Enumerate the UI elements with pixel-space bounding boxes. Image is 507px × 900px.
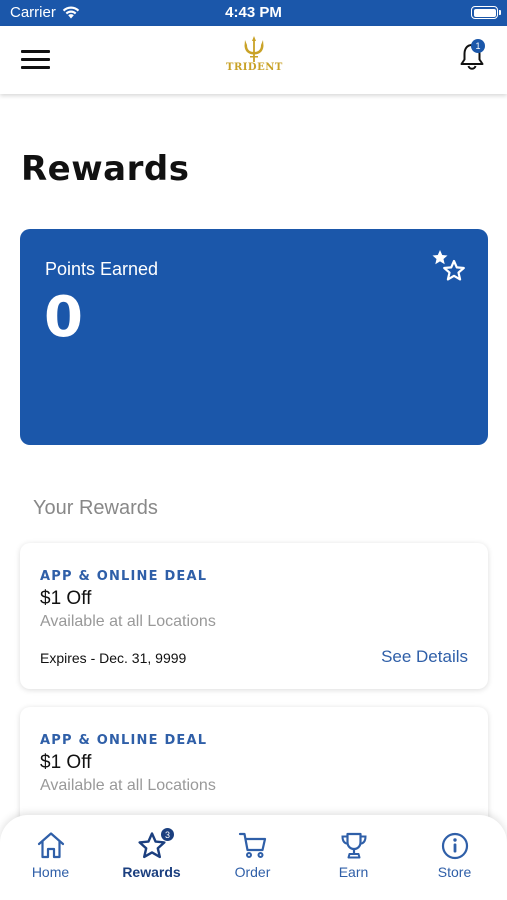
trident-icon [244,36,264,62]
clock: 4:43 PM [225,4,282,21]
tab-label: Rewards [122,864,181,880]
tab-home[interactable]: Home [0,815,101,900]
logo-text: TRIDENT [226,62,283,73]
tab-label: Home [31,864,70,880]
home-icon [37,832,64,859]
reward-availability: Available at all Locations [40,777,216,794]
tab-store[interactable]: Store [404,815,505,900]
reward-tag: APP & ONLINE DEAL [40,733,208,748]
points-label: Points Earned [45,259,159,279]
points-card: Points Earned 0 [20,229,488,445]
tab-order[interactable]: Order [202,815,303,900]
your-rewards-heading: Your Rewards [33,497,158,519]
cart-icon [238,832,266,858]
tab-bar: Home 3 Rewards Order Earn Store [0,815,507,900]
status-bar: Carrier 4:43 PM [0,0,507,26]
tab-label: Store [437,864,472,880]
reward-tag: APP & ONLINE DEAL [40,569,208,584]
info-icon [441,832,468,860]
menu-button[interactable] [21,50,50,70]
stars-icon [432,250,465,281]
trophy-icon [340,832,367,859]
see-details-link[interactable]: See Details [381,647,468,667]
points-value: 0 [44,285,83,350]
tab-earn[interactable]: Earn [303,815,404,900]
tab-label: Order [234,864,271,880]
reward-availability: Available at all Locations [40,613,216,630]
reward-title: $1 Off [40,588,92,609]
notification-badge: 1 [471,39,485,53]
tab-rewards[interactable]: 3 Rewards [101,815,202,900]
top-nav: TRIDENT 1 [0,26,507,94]
reward-card[interactable]: APP & ONLINE DEAL $1 Off Available at al… [20,543,488,689]
reward-expiry: Expires - Dec. 31, 9999 [40,650,187,666]
rewards-badge: 3 [160,827,175,842]
page-title: Rewards [21,149,190,189]
reward-title: $1 Off [40,752,92,773]
tab-label: Earn [338,864,369,880]
battery-icon [471,6,501,19]
brand-logo: TRIDENT [226,36,282,84]
